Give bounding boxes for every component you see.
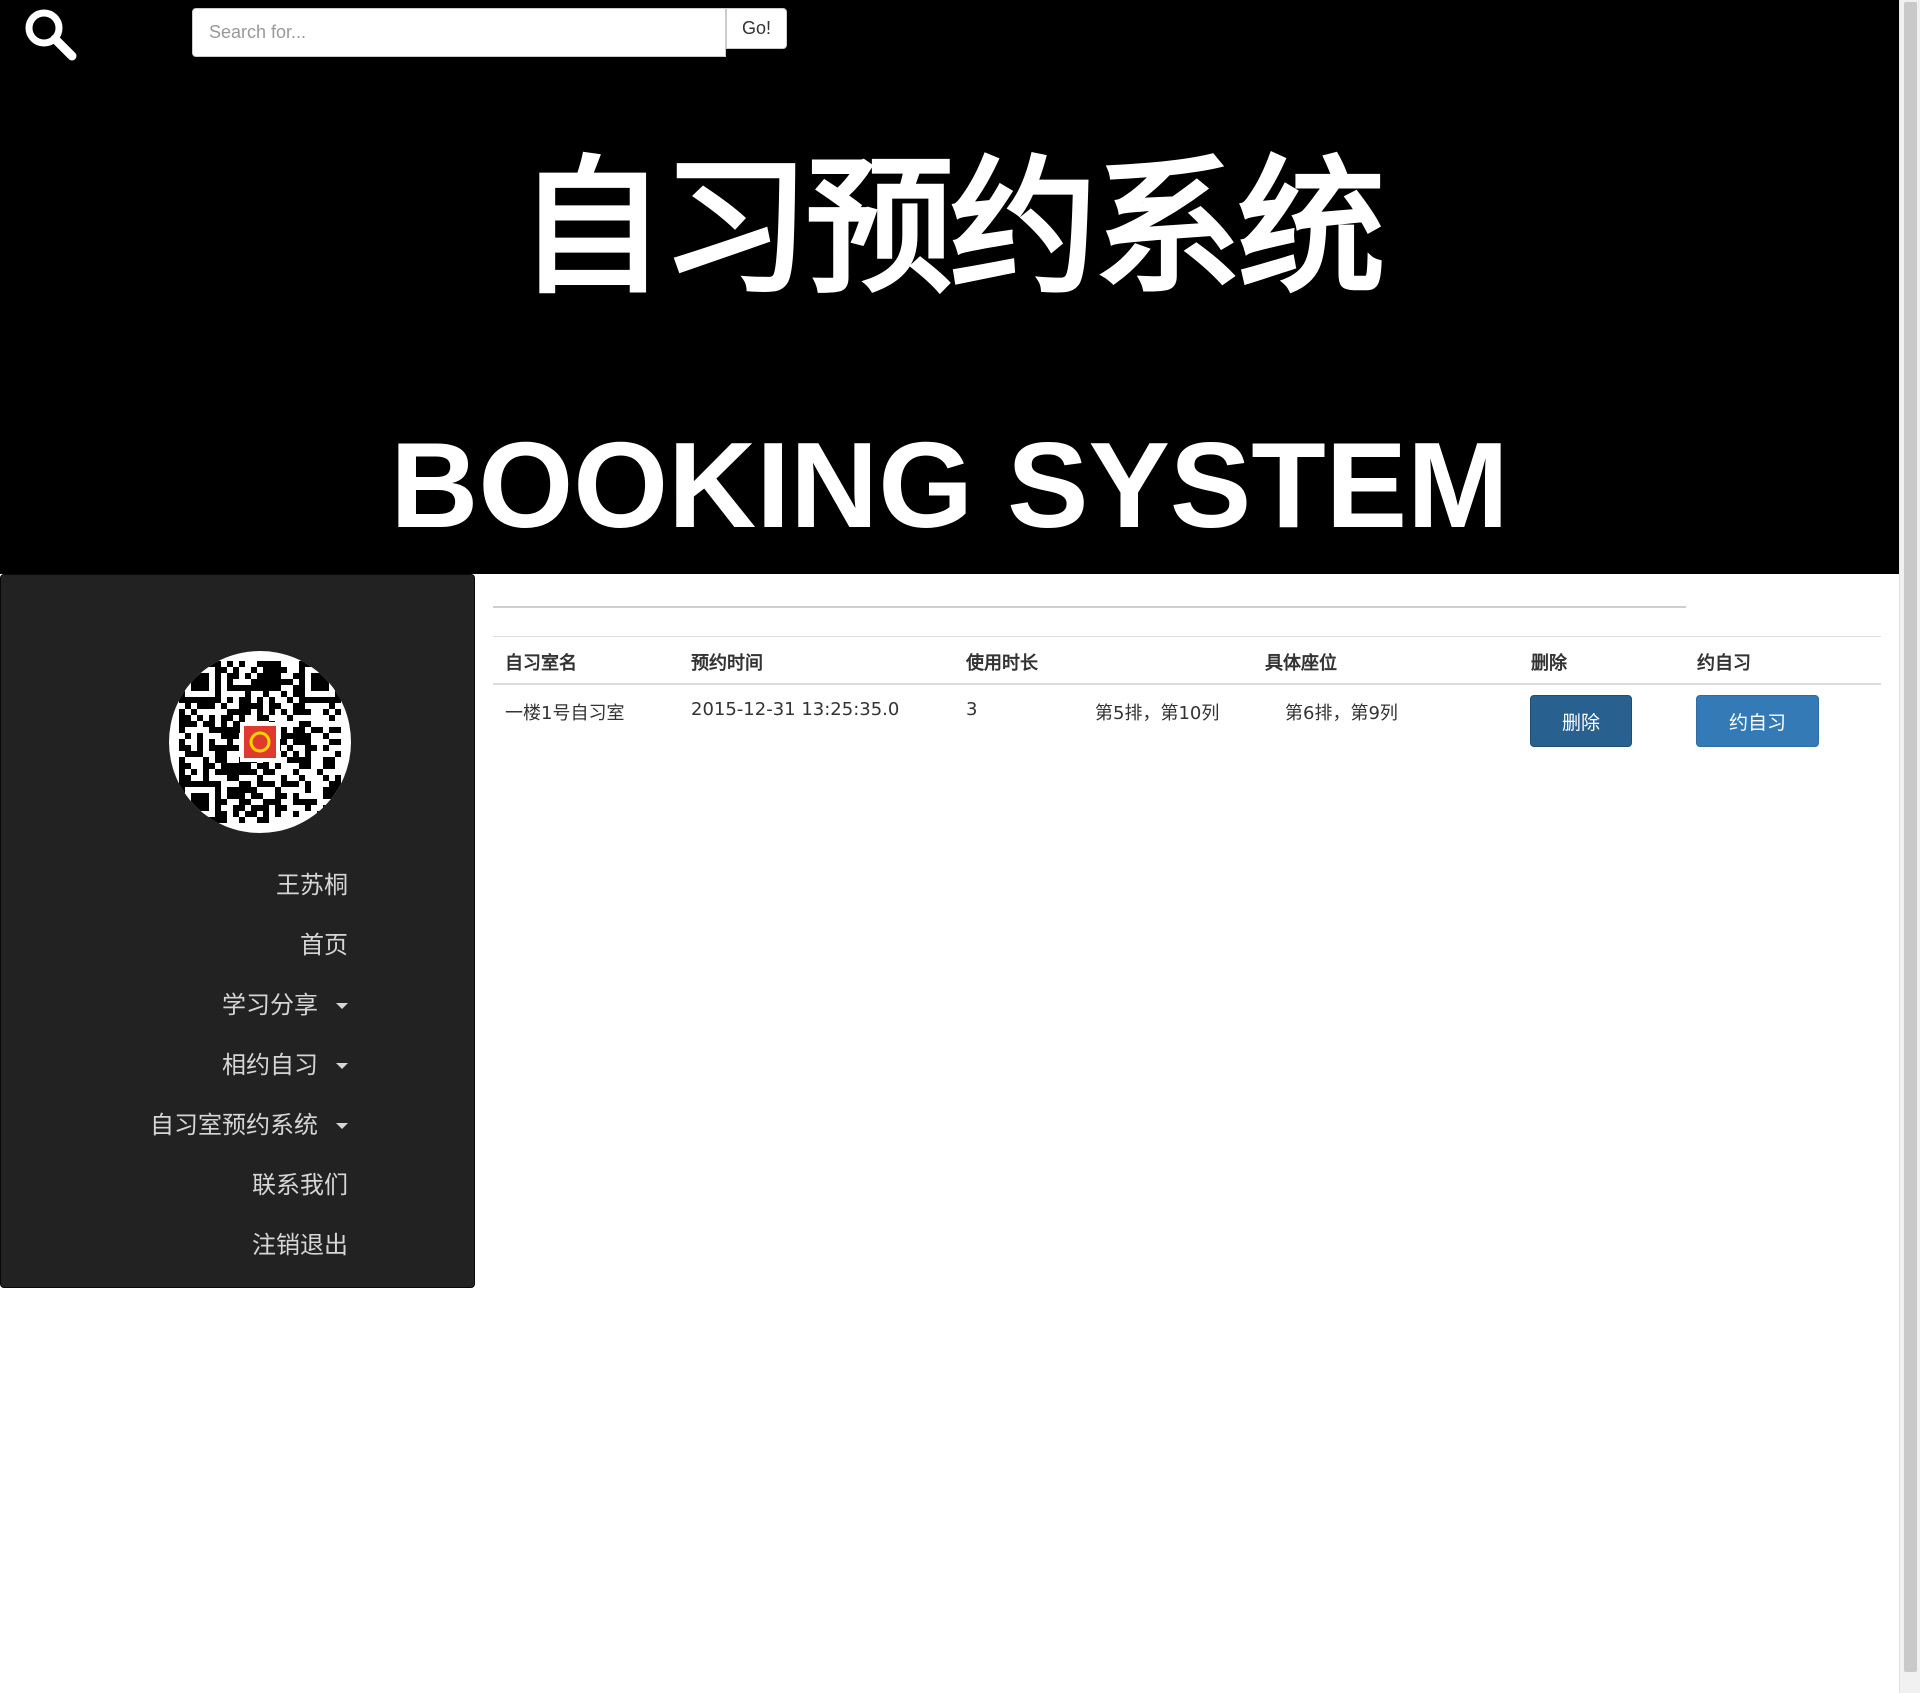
sidebar-item-label: 注销退出 xyxy=(252,1231,348,1259)
sidebar-item-study-share[interactable]: 学习分享 xyxy=(150,975,348,1035)
cell-seat-b: 第6排，第9列 xyxy=(1285,703,1398,724)
scrollbar-thumb[interactable] xyxy=(1904,2,1917,1672)
sidebar-item-logout[interactable]: 注销退出 xyxy=(150,1215,348,1275)
cell-duration: 3 xyxy=(966,699,978,720)
header-book: 约自习 xyxy=(1697,653,1751,674)
cell-time: 2015-12-31 13:25:35.0 xyxy=(691,699,900,720)
sidebar-item-label: 相约自习 xyxy=(222,1051,318,1079)
booking-table: 自习室名 预约时间 使用时长 具体座位 删除 约自习 一楼1号自习室 2015-… xyxy=(493,636,1881,765)
go-button[interactable]: Go! xyxy=(726,8,787,49)
caret-down-icon xyxy=(336,1123,348,1129)
page-title-cn: 自习预约系统 xyxy=(517,142,1386,314)
avatar xyxy=(169,651,351,833)
vertical-scrollbar[interactable] xyxy=(1899,0,1920,1693)
sidebar-item-meet-study[interactable]: 相约自习 xyxy=(150,1035,348,1095)
delete-button[interactable]: 删除 xyxy=(1530,695,1632,747)
content-divider xyxy=(493,606,1686,608)
header-delete: 删除 xyxy=(1531,653,1567,674)
header-banner: Go! 自习预约系统 BOOKING SYSTEM xyxy=(0,0,1899,574)
header-time: 预约时间 xyxy=(691,653,763,674)
header-room: 自习室名 xyxy=(505,653,577,674)
sidebar-item-label: 自习室预约系统 xyxy=(150,1111,318,1139)
sidebar-item-label: 学习分享 xyxy=(222,991,318,1019)
cell-seat-a: 第5排，第10列 xyxy=(1095,703,1220,724)
search-input[interactable] xyxy=(192,8,726,57)
caret-down-icon xyxy=(336,1003,348,1009)
qr-code-icon xyxy=(179,661,341,823)
sidebar-item-label: 联系我们 xyxy=(252,1171,348,1199)
search-icon[interactable] xyxy=(22,6,80,64)
sidebar-item-home[interactable]: 首页 xyxy=(150,915,348,975)
sidebar: 王苏桐 首页 学习分享 相约自习 自习室预约系统 联系我们 注销退出 xyxy=(0,574,475,1288)
table-row: 一楼1号自习室 2015-12-31 13:25:35.0 3 第5排，第10列… xyxy=(493,685,1881,765)
page-title-en: BOOKING SYSTEM xyxy=(390,417,1509,553)
table-header-row: 自习室名 预约时间 使用时长 具体座位 删除 约自习 xyxy=(493,636,1881,685)
sidebar-item-contact[interactable]: 联系我们 xyxy=(150,1155,348,1215)
caret-down-icon xyxy=(336,1063,348,1069)
sidebar-item-booking-system[interactable]: 自习室预约系统 xyxy=(150,1095,348,1155)
sidebar-username[interactable]: 王苏桐 xyxy=(150,855,348,915)
cell-room: 一楼1号自习室 xyxy=(505,703,625,724)
header-duration: 使用时长 xyxy=(966,653,1038,674)
sidebar-nav: 王苏桐 首页 学习分享 相约自习 自习室预约系统 联系我们 注销退出 xyxy=(150,855,348,1275)
header-seat: 具体座位 xyxy=(1265,653,1337,674)
sidebar-item-label: 首页 xyxy=(300,931,348,959)
book-study-button[interactable]: 约自习 xyxy=(1696,695,1819,747)
